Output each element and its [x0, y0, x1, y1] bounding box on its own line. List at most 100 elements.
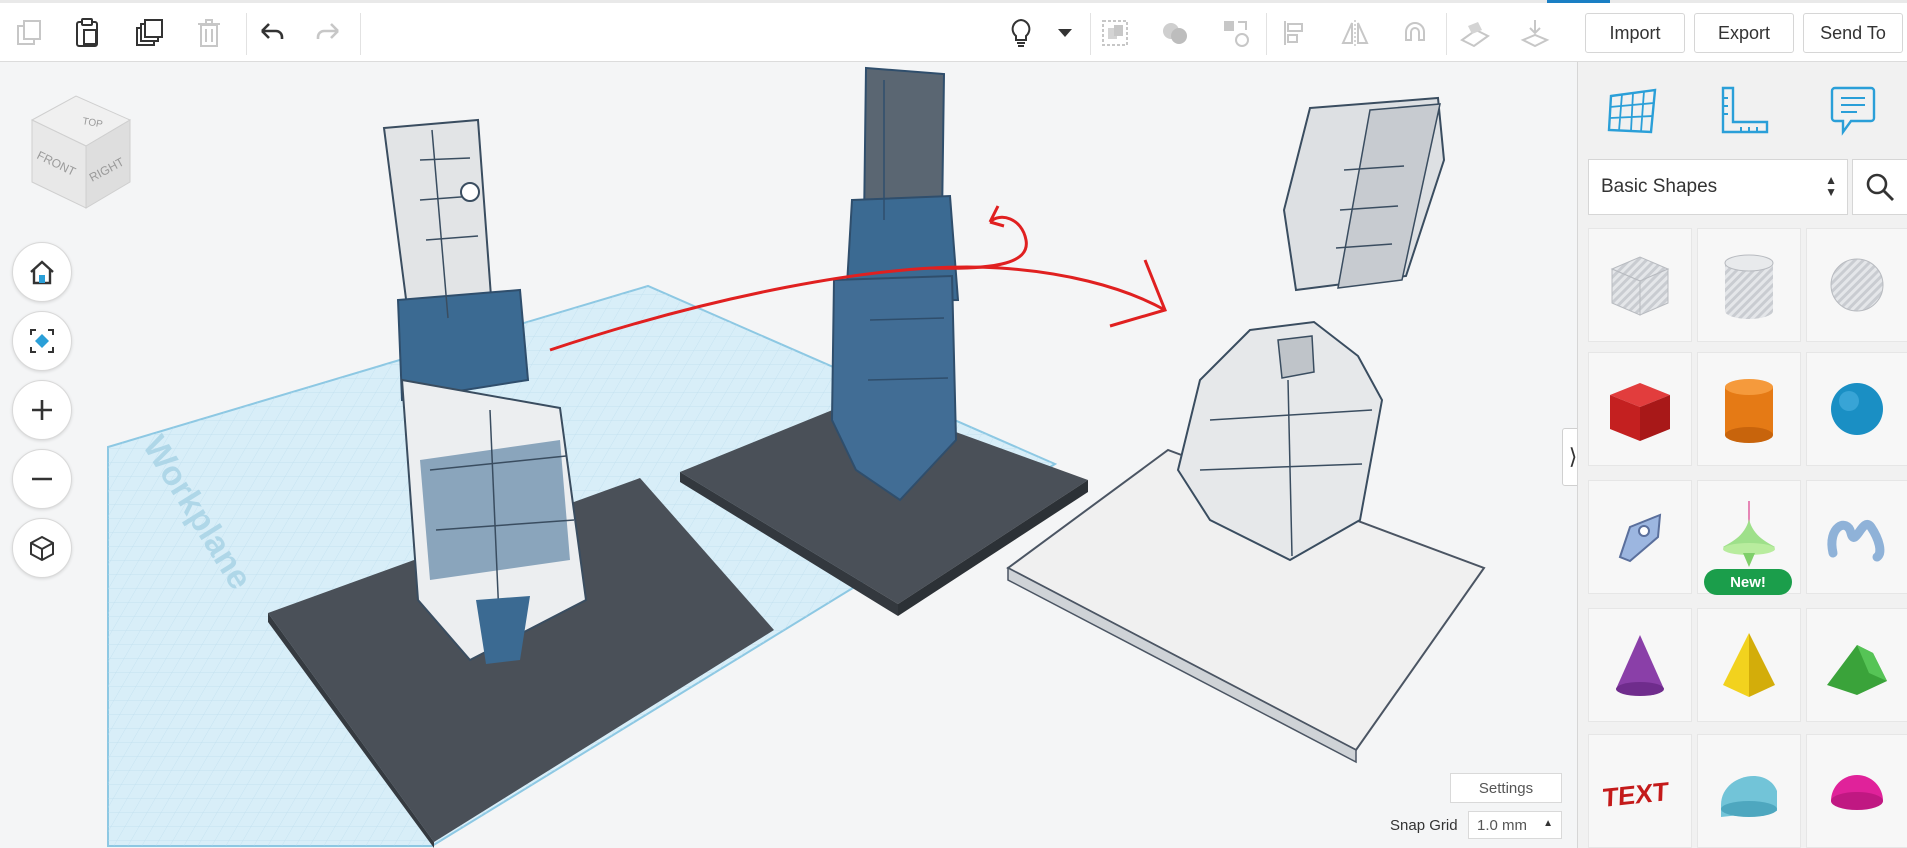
group-icon [1102, 20, 1128, 46]
shape-text[interactable]: TEXT [1588, 734, 1692, 848]
shape-half-sphere[interactable] [1806, 734, 1907, 848]
half-cylinder-icon [1721, 776, 1777, 817]
export-button[interactable]: Export [1694, 13, 1794, 53]
shape-cone[interactable] [1588, 608, 1692, 722]
caret-up-icon: ▲ [1543, 818, 1553, 829]
half-sphere-icon [1831, 775, 1883, 810]
middle-tower-model[interactable] [830, 66, 960, 502]
tinkercad-editor: Import Export Send To Workplane TOP FRON… [0, 0, 1907, 848]
trash-icon [198, 19, 220, 47]
cylinder-striped-icon [1724, 254, 1774, 319]
toolbar-divider [1090, 13, 1091, 55]
paste-button[interactable] [64, 9, 110, 57]
mirror-icon [1341, 20, 1369, 46]
import-button[interactable]: Import [1585, 13, 1685, 53]
cone-icon [1616, 635, 1664, 696]
ruler-panel-button[interactable] [1712, 80, 1774, 140]
box-icon [1610, 383, 1670, 441]
toolbar-divider [1266, 13, 1267, 55]
new-badge: New! [1704, 569, 1792, 595]
fit-view-button[interactable] [12, 311, 72, 371]
plus-icon [32, 400, 52, 420]
snap-grid-select[interactable]: 1.0 mm ▲ [1468, 811, 1562, 839]
light-bulb-button[interactable] [998, 9, 1044, 57]
align-button[interactable] [1272, 9, 1318, 57]
shape-cylinder-hole[interactable] [1697, 228, 1801, 342]
light-dropdown-button[interactable] [1042, 9, 1088, 57]
view-cube[interactable]: TOP FRONT RIGHT [24, 90, 134, 210]
duplicate-button[interactable] [126, 9, 172, 57]
lightbulb-icon [1011, 18, 1031, 47]
shape-sphere[interactable] [1806, 352, 1907, 466]
snap-grid-value: 1.0 mm [1477, 816, 1528, 834]
ungroup-icon [1163, 23, 1187, 44]
caret-down-icon [1058, 29, 1072, 37]
undo-icon [261, 23, 284, 39]
text-shape-icon: TEXT [1602, 776, 1669, 813]
workplane-icon [1460, 22, 1490, 48]
zoom-in-button[interactable] [12, 380, 72, 440]
3d-viewport[interactable]: Workplane TOP FRONT RIGHT Settings Snap … [0, 62, 1577, 848]
drop-icon [1520, 20, 1550, 48]
shape-torus-knot[interactable] [1806, 480, 1907, 594]
group-button[interactable] [1092, 9, 1138, 57]
minus-icon [32, 477, 52, 481]
chevron-right-icon: ⟩ [1568, 444, 1578, 469]
drop-button[interactable] [1512, 9, 1558, 57]
magnet-icon [1405, 22, 1425, 41]
delete-button[interactable] [186, 9, 232, 57]
sphere-striped-icon [1830, 258, 1884, 312]
zoom-out-button[interactable] [12, 449, 72, 509]
fit-view-icon [30, 329, 54, 353]
shape-roof[interactable] [1806, 608, 1907, 722]
text-shape-label: TEXT [1602, 776, 1669, 813]
cruise-button[interactable] [1392, 9, 1438, 57]
duplicate-icon [136, 19, 163, 46]
toolbar-divider [360, 13, 361, 55]
wedge-icon [1827, 645, 1887, 695]
mirror-button[interactable] [1332, 9, 1378, 57]
notes-panel-button[interactable] [1822, 80, 1884, 140]
shape-category-select[interactable]: Basic Shapes ▲ ▼ [1588, 159, 1848, 215]
ungroup-button[interactable] [1152, 9, 1198, 57]
top-toolbar: Import Export Send To [0, 0, 1907, 62]
shapes-icon [1224, 21, 1249, 47]
send-to-button[interactable]: Send To [1803, 13, 1903, 53]
updown-icon: ▲ ▼ [1825, 173, 1837, 199]
shape-box[interactable] [1588, 352, 1692, 466]
redo-icon [316, 23, 339, 39]
scribble-icon [1618, 513, 1662, 563]
scene-canvas[interactable]: Workplane [0, 62, 1577, 848]
copy-icon [17, 20, 41, 45]
paraboloid-icon [1723, 501, 1775, 567]
search-icon [1866, 173, 1894, 201]
home-icon [30, 260, 54, 285]
shape-category-value: Basic Shapes [1601, 176, 1718, 197]
shape-half-cylinder[interactable] [1697, 734, 1801, 848]
workplane-panel-button[interactable] [1602, 80, 1664, 140]
align-icon [1284, 21, 1303, 45]
undo-button[interactable] [248, 9, 294, 57]
toolbar-divider [1446, 13, 1447, 55]
shape-sphere-hole[interactable] [1806, 228, 1907, 342]
redo-button[interactable] [306, 9, 352, 57]
shape-pyramid[interactable] [1697, 608, 1801, 722]
copy-button[interactable] [6, 9, 52, 57]
sphere-icon [1831, 383, 1883, 435]
right-head-model[interactable] [1282, 96, 1446, 292]
shape-search-button[interactable] [1852, 159, 1907, 215]
active-tab-indicator [1547, 0, 1610, 3]
shape-cylinder[interactable] [1697, 352, 1801, 466]
pyramid-icon [1723, 633, 1775, 697]
solid-hole-button[interactable] [1212, 9, 1258, 57]
shape-paraboloid[interactable]: New! [1697, 480, 1801, 595]
ruler-icon [1721, 86, 1769, 134]
settings-button[interactable]: Settings [1450, 773, 1562, 803]
shape-box-hole[interactable] [1588, 228, 1692, 342]
home-view-button[interactable] [12, 242, 72, 302]
workplane-tool-button[interactable] [1452, 9, 1498, 57]
cube-icon [30, 535, 54, 562]
projection-toggle-button[interactable] [12, 518, 72, 578]
toolbar-divider [246, 13, 247, 55]
shape-scribble[interactable] [1588, 480, 1692, 594]
